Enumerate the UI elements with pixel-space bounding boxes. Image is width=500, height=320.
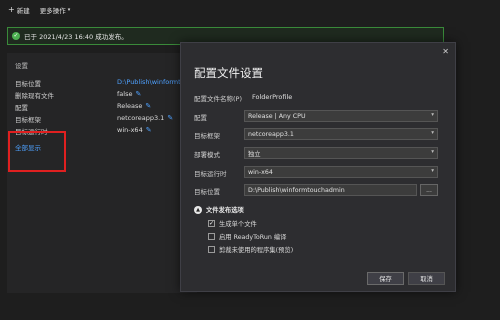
cancel-button[interactable]: 取消	[408, 272, 445, 285]
settings-row-configuration: 配置 Release ✎	[15, 102, 195, 112]
runtime-select-value: win-x64	[248, 168, 273, 176]
delete-existing-value: false	[117, 90, 133, 98]
settings-value: win-x64 ✎	[117, 126, 152, 134]
target-framework-value: netcoreapp3.1	[117, 114, 165, 122]
chevron-down-icon: ▾	[431, 149, 434, 155]
option-trim-assemblies[interactable]: 剪裁未使用的程序集(预览)	[208, 245, 293, 254]
config-row: 配置 Release | Any CPU ▾	[194, 110, 444, 122]
settings-label: 目标位置	[15, 80, 41, 88]
option-label: 启用 ReadyToRun 编译	[219, 234, 287, 241]
chevron-down-icon: ▾	[431, 112, 434, 118]
settings-value: Release ✎	[117, 102, 151, 110]
location-row: 目标位置 D:\Publish\winformtouchadmin ...	[194, 184, 444, 196]
profile-name-row: 配置文件名称(P) FolderProfile	[194, 91, 444, 103]
trim-assemblies-checkbox[interactable]	[208, 246, 215, 253]
runtime-label: 目标运行时	[194, 170, 227, 178]
option-label: 剪裁未使用的程序集(预览)	[219, 247, 294, 254]
browse-button[interactable]: ...	[420, 184, 438, 196]
settings-label: 配置	[15, 104, 28, 112]
location-input-value: D:\Publish\winformtouchadmin	[248, 186, 345, 194]
framework-row: 目标框架 netcoreapp3.1 ▾	[194, 128, 444, 140]
toolbar: + 新建 更多操作 ▾	[0, 0, 500, 20]
settings-panel: 设置 目标位置 D:\Publish\winformtouchadmin 删除现…	[7, 53, 217, 293]
framework-select[interactable]: netcoreapp3.1 ▾	[244, 128, 438, 140]
more-actions-button[interactable]: 更多操作 ▾	[40, 5, 71, 15]
settings-row-target-location: 目标位置 D:\Publish\winformtouchadmin	[15, 78, 217, 88]
deploy-mode-select[interactable]: 独立 ▾	[244, 147, 438, 159]
option-ready-to-run[interactable]: 启用 ReadyToRun 编译	[208, 232, 286, 241]
chevron-down-icon: ▾	[431, 168, 434, 174]
new-button[interactable]: + 新建	[8, 5, 30, 16]
chevron-down-icon: ▾	[67, 7, 71, 13]
framework-label: 目标框架	[194, 132, 220, 140]
publish-options-title: 文件发布选项	[206, 207, 244, 214]
settings-label: 删除现有文件	[15, 92, 54, 100]
chevron-up-icon[interactable]: ▲	[194, 205, 202, 214]
dialog-title: 配置文件设置	[194, 66, 263, 80]
settings-value: false ✎	[117, 90, 141, 98]
runtime-row: 目标运行时 win-x64 ▾	[194, 166, 444, 178]
banner-text: 已于 2021/4/23 16:40 成功发布。	[24, 33, 128, 41]
pencil-icon[interactable]: ✎	[145, 102, 151, 110]
settings-label: 目标框架	[15, 116, 41, 124]
ready-to-run-checkbox[interactable]	[208, 233, 215, 240]
deploy-mode-label: 部署模式	[194, 151, 220, 159]
config-select[interactable]: Release | Any CPU ▾	[244, 110, 438, 122]
runtime-select[interactable]: win-x64 ▾	[244, 166, 438, 178]
chevron-down-icon: ▾	[431, 130, 434, 136]
save-button[interactable]: 保存	[367, 272, 404, 285]
config-label: 配置	[194, 114, 207, 122]
settings-row-target-framework: 目标框架 netcoreapp3.1 ✎	[15, 114, 195, 124]
deploy-mode-select-value: 独立	[248, 150, 261, 158]
check-circle-icon: ✓	[12, 32, 20, 40]
option-single-file[interactable]: ✓ 生成单个文件	[208, 219, 257, 228]
show-all-link[interactable]: 全部显示	[15, 142, 41, 152]
profile-name-value: FolderProfile	[252, 93, 293, 101]
configuration-value: Release	[117, 102, 143, 110]
more-actions-label: 更多操作	[39, 7, 66, 15]
framework-select-value: netcoreapp3.1	[248, 130, 294, 138]
single-file-checkbox[interactable]: ✓	[208, 220, 215, 227]
new-button-label: 新建	[16, 7, 30, 15]
pencil-icon[interactable]: ✎	[146, 126, 152, 134]
pencil-icon[interactable]: ✎	[135, 90, 141, 98]
settings-value: netcoreapp3.1 ✎	[117, 114, 173, 122]
settings-row-delete-existing: 删除现有文件 false ✎	[15, 90, 195, 100]
config-select-value: Release | Any CPU	[248, 112, 306, 120]
pencil-icon[interactable]: ✎	[167, 114, 173, 122]
settings-title: 设置	[15, 62, 28, 70]
plus-icon: +	[8, 5, 15, 14]
location-label: 目标位置	[194, 188, 220, 196]
close-icon[interactable]: ✕	[442, 47, 449, 56]
location-input[interactable]: D:\Publish\winformtouchadmin	[244, 184, 417, 196]
deploy-mode-row: 部署模式 独立 ▾	[194, 147, 444, 159]
profile-settings-dialog: ✕ 配置文件设置 配置文件名称(P) FolderProfile 配置 Rele…	[180, 42, 456, 292]
option-label: 生成单个文件	[219, 221, 257, 228]
profile-name-label: 配置文件名称(P)	[194, 95, 242, 103]
target-runtime-value: win-x64	[117, 126, 143, 134]
publish-options-header[interactable]: ▲ 文件发布选项	[194, 205, 244, 214]
